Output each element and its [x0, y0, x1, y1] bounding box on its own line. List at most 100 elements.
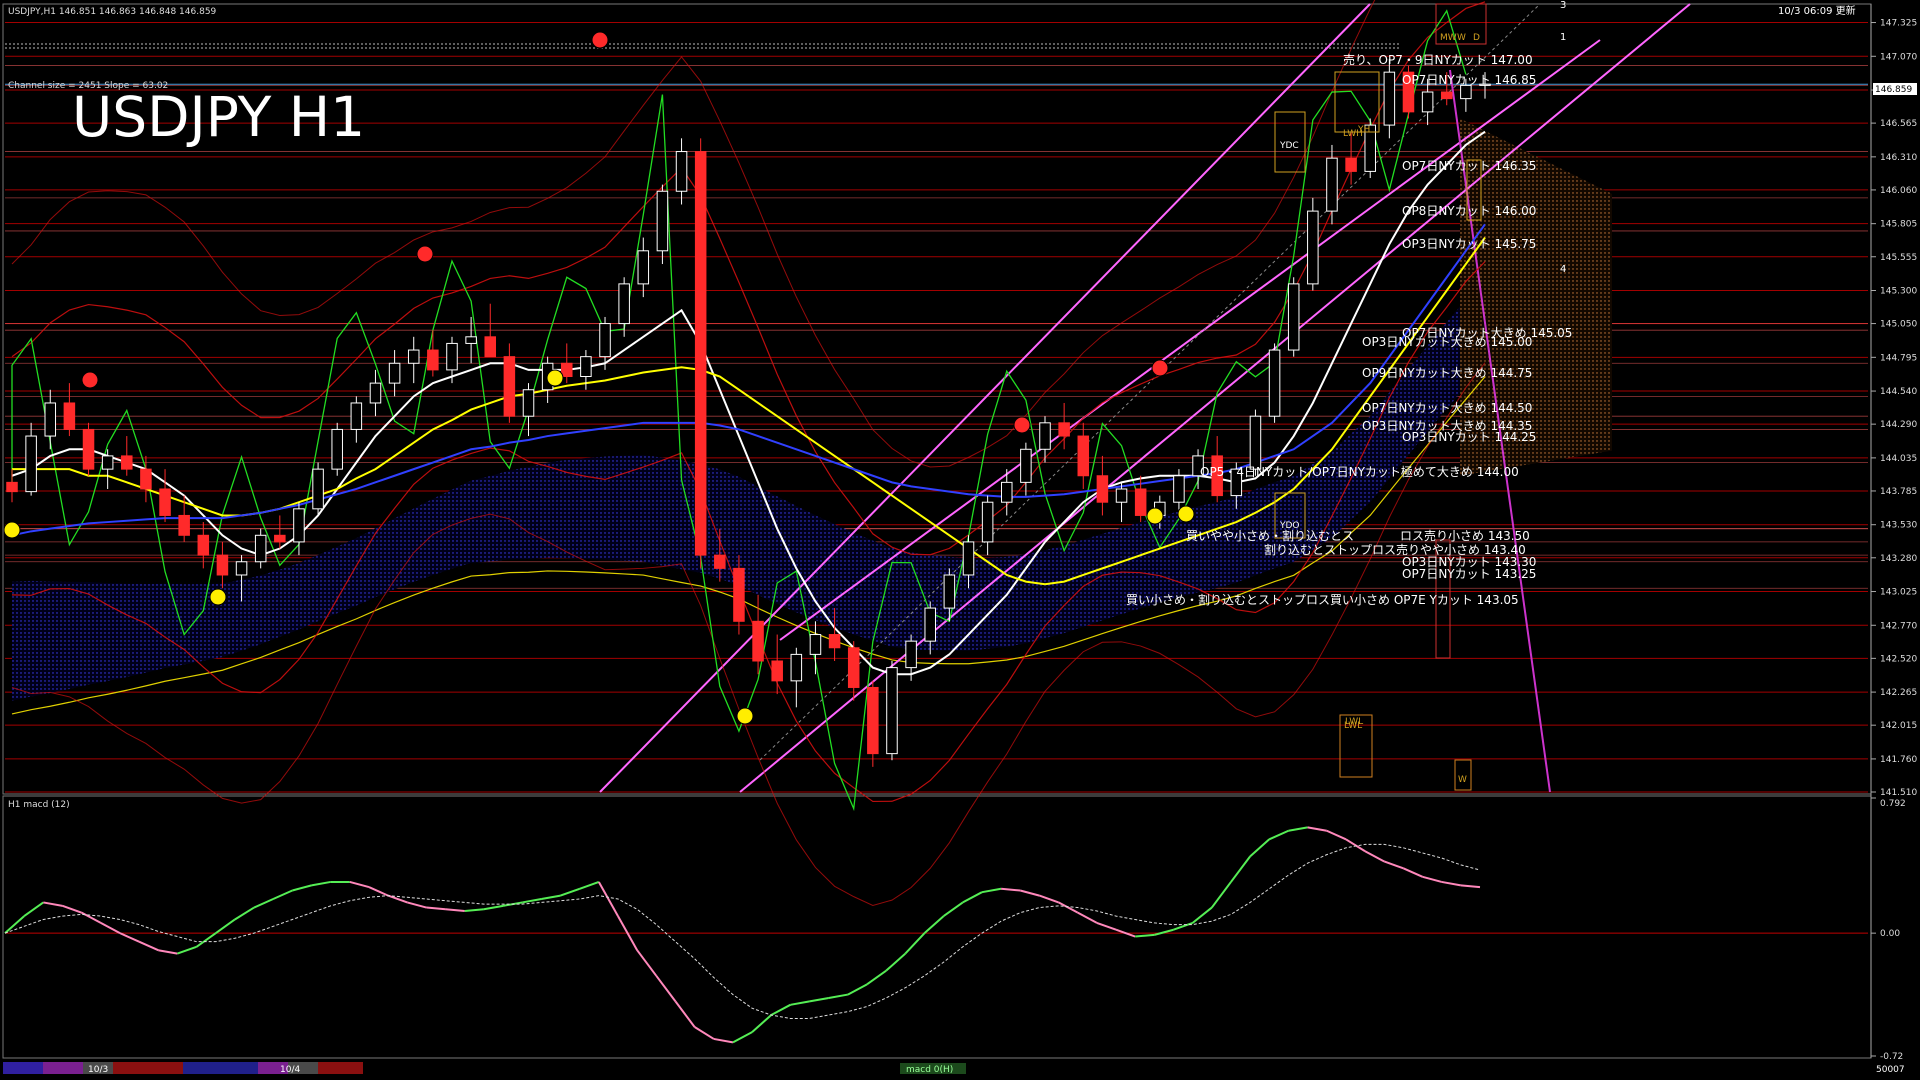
macd-segment [483, 904, 504, 911]
candle-body [561, 362, 573, 378]
candle-body [618, 283, 630, 325]
level-label: 買い小さめ・割り込むとストップロス買い小さめ OP7E Yカット 143.05 [1126, 592, 1519, 607]
signal-marker [1177, 505, 1195, 523]
macd-segment [522, 898, 542, 904]
macd-segment [847, 983, 868, 996]
box-label: YDC [1279, 141, 1299, 151]
candle-body [1249, 415, 1262, 470]
bottom-right-label: 50007 [1876, 1065, 1905, 1075]
candle-body [809, 634, 822, 655]
macd-tick-label: 0.00 [1880, 929, 1900, 939]
signal-marker [736, 707, 754, 725]
macd-segment [1383, 860, 1404, 870]
price-tick-label: 143.785 [1880, 487, 1917, 497]
signal-marker [1146, 507, 1164, 525]
level-label: OP7日NYカット大きめ 144.50 [1362, 401, 1532, 415]
candle-body [350, 402, 363, 430]
macd-segment [119, 932, 140, 943]
candle-body [82, 428, 95, 470]
candle-body [1268, 349, 1281, 417]
macd-segment [464, 908, 484, 912]
macd-segment [1307, 826, 1327, 832]
candle-body [484, 336, 497, 358]
signal-marker [546, 369, 564, 387]
macd-segment [292, 884, 312, 892]
candle-body [465, 336, 477, 344]
candle-body [388, 362, 401, 384]
candle-body [1000, 481, 1013, 503]
candle-body [6, 481, 18, 493]
box-label: YH [1357, 125, 1370, 135]
candle-body [1326, 157, 1338, 212]
macd-segment [272, 889, 293, 900]
box-label: LWL [1345, 717, 1363, 727]
macd-segment [426, 906, 446, 911]
candle-body [1077, 435, 1090, 477]
candle-body [503, 356, 516, 417]
macd-segment [809, 996, 829, 1003]
candle-body [44, 402, 57, 437]
macd-segment [1345, 838, 1366, 853]
macd-segment [311, 880, 331, 887]
macd-segment [1288, 826, 1308, 832]
signal-marker [3, 521, 21, 539]
macd-segment [1077, 911, 1098, 924]
bottom-bar-segment [3, 1062, 43, 1074]
candle-body [1020, 448, 1032, 483]
candle-body [63, 402, 76, 430]
macd-segment [1039, 894, 1059, 904]
price-tick-label: 144.795 [1880, 353, 1917, 363]
signal-marker [209, 588, 227, 606]
date-label-2: 10/4 [280, 1065, 300, 1075]
candle-body [752, 620, 764, 662]
bottom-bar-segment [113, 1062, 183, 1074]
candle-body [943, 574, 956, 609]
candle-body [733, 567, 745, 622]
candle-body [121, 455, 133, 470]
macd-segment [1268, 829, 1289, 841]
current-price-label: 146.859 [1875, 85, 1912, 95]
candle-body [790, 653, 803, 682]
candle-body [1039, 422, 1051, 450]
level-label: OP3日NYカット大きめ 145.00 [1362, 335, 1532, 349]
candle-body [216, 554, 229, 576]
candle-body [1460, 84, 1472, 100]
macd-segment [195, 932, 217, 948]
price-tick-label: 143.280 [1880, 554, 1917, 564]
candle-body [580, 356, 592, 378]
candle-body [1421, 91, 1434, 113]
candle-body [981, 501, 994, 543]
signal-marker [591, 31, 609, 49]
macd-segment [253, 898, 274, 909]
macd-tick-label: 0.792 [1880, 799, 1906, 809]
candle-body [694, 151, 707, 556]
macd-segment [981, 887, 1002, 894]
macd-segment [1154, 928, 1174, 936]
macd-segment [1460, 884, 1481, 889]
macd-segment [215, 918, 236, 934]
price-tick-label: 142.770 [1880, 621, 1917, 631]
candle-body [369, 382, 382, 404]
candle-body [1345, 157, 1357, 172]
macd-segment [368, 886, 389, 897]
price-tick-label: 146.310 [1880, 153, 1917, 163]
macd-segment [1211, 881, 1232, 909]
candle-body [235, 561, 248, 576]
signal-marker [1151, 359, 1169, 377]
macd-segment [732, 1031, 753, 1044]
candle-body [1440, 91, 1453, 100]
candle-body [254, 534, 267, 563]
macd-segment [1402, 867, 1423, 878]
update-time: 10/3 06:09 更新 [1778, 4, 1856, 17]
candle-body [847, 647, 860, 688]
macd-segment [349, 880, 370, 889]
macd-segment [1230, 855, 1251, 883]
macd-segment [43, 901, 63, 907]
price-tick-label: 145.805 [1880, 220, 1917, 230]
price-tick-label: 144.035 [1880, 454, 1917, 464]
macd-segment [1364, 850, 1385, 863]
candle-body [828, 634, 841, 649]
macd-segment [541, 894, 561, 901]
macd-segment [138, 940, 159, 952]
candle-body [924, 607, 936, 642]
